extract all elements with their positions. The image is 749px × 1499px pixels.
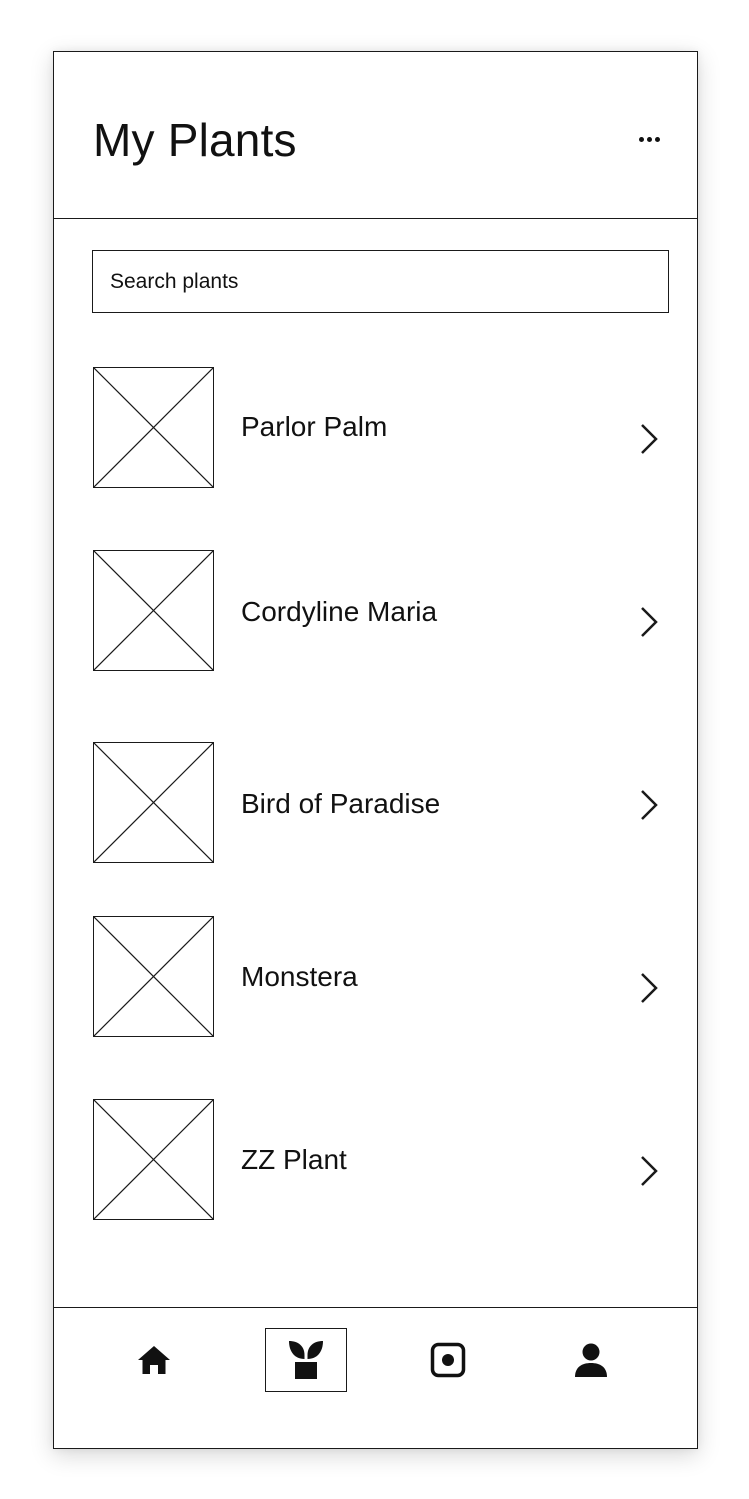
image-placeholder-icon (93, 742, 214, 863)
list-item-zz-plant[interactable]: ZZ Plant (54, 1099, 697, 1223)
more-horizontal-icon-dot (646, 136, 652, 142)
header: My Plants (54, 52, 697, 219)
chevron-right-icon (638, 605, 660, 639)
plant-name: Parlor Palm (241, 411, 388, 442)
chevron-right-icon (638, 422, 660, 456)
plant-name: ZZ Plant (241, 1144, 347, 1175)
plant-name: Monstera (241, 961, 358, 992)
image-placeholder-icon (93, 916, 214, 1037)
nav-plants-button[interactable] (265, 1328, 347, 1392)
image-placeholder-icon (93, 367, 214, 488)
person-icon (575, 1343, 607, 1377)
scan-icon (430, 1342, 466, 1378)
home-icon (138, 1346, 170, 1374)
chevron-right-icon (638, 971, 660, 1005)
more-horizontal-icon (638, 136, 644, 142)
image-placeholder-icon (93, 550, 214, 671)
nav-home-button[interactable] (113, 1328, 195, 1392)
list-item-bird-of-paradise[interactable]: Bird of Paradise (54, 742, 697, 866)
chevron-right-icon (638, 788, 660, 822)
list-item-monstera[interactable]: Monstera (54, 916, 697, 1040)
page-title: My Plants (93, 114, 297, 166)
plant-name: Bird of Paradise (241, 788, 441, 819)
list-item-parlor-palm[interactable]: Parlor Palm (54, 367, 697, 491)
list-item-cordyline-maria[interactable]: Cordyline Maria (54, 550, 697, 674)
search-input[interactable] (92, 250, 669, 313)
plant-name: Cordyline Maria (241, 596, 438, 627)
more-options-button[interactable] (632, 124, 666, 154)
more-horizontal-icon-dot (654, 136, 660, 142)
potted-plant-icon (289, 1341, 323, 1379)
chevron-right-icon (638, 1154, 660, 1188)
phone-frame: My Plants Parlor Palm (53, 51, 698, 1449)
nav-scan-button[interactable] (407, 1328, 489, 1392)
bottom-nav (54, 1307, 697, 1448)
nav-profile-button[interactable] (550, 1328, 632, 1392)
image-placeholder-icon (93, 1099, 214, 1220)
